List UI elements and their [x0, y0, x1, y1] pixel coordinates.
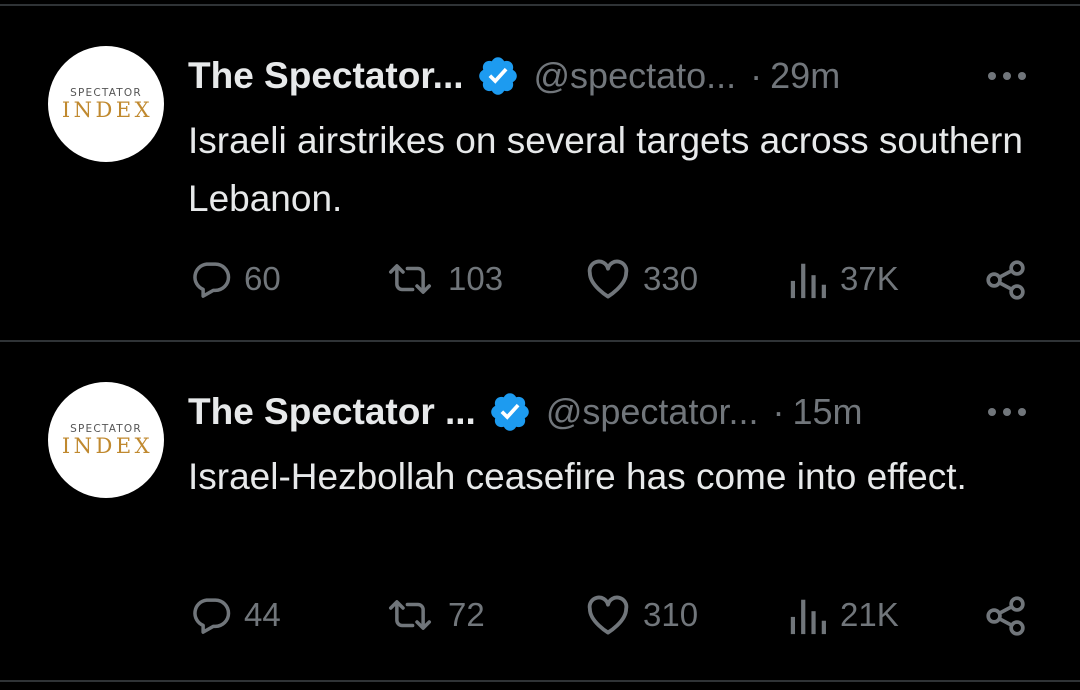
reply-count: 60 [244, 260, 281, 297]
tweet-text: Israel-Hezbollah ceasefire has come into… [188, 456, 967, 497]
reply-count: 44 [244, 596, 281, 633]
repost-button[interactable]: 103 [384, 257, 503, 301]
repost-arrows-icon [389, 264, 431, 294]
like-count: 310 [643, 596, 699, 633]
more-options-icon[interactable] [986, 66, 1028, 86]
tweet-text: Israeli airstrikes on several targets ac… [188, 120, 1023, 219]
separator-dot: · [750, 55, 763, 96]
reply-button[interactable]: 60 [190, 257, 281, 301]
timestamp[interactable]: 29m [770, 55, 840, 97]
tweet-header: The Spectator... @spectato... · 29m [188, 50, 1038, 102]
repost-button[interactable]: 72 [384, 593, 485, 637]
avatar[interactable]: SPECTATOR INDEX [48, 46, 164, 162]
repost-count: 103 [448, 260, 504, 297]
share-button[interactable] [984, 258, 1028, 302]
like-count: 330 [643, 260, 699, 297]
timestamp[interactable]: 15m [793, 391, 863, 433]
views-button[interactable]: 21K [788, 593, 899, 637]
tweet[interactable]: SPECTATOR INDEX The Spectator ... @spect… [0, 342, 1080, 676]
share-nodes-icon [986, 596, 1025, 636]
display-name[interactable]: The Spectator ... [188, 391, 476, 433]
view-count: 37K [840, 260, 899, 297]
bar-chart-icon [790, 599, 826, 635]
verified-badge-icon[interactable] [488, 390, 532, 434]
like-button[interactable]: 310 [585, 593, 698, 637]
repost-count: 72 [448, 596, 485, 633]
verified-badge-icon[interactable] [476, 54, 520, 98]
heart-icon [587, 595, 629, 635]
display-name[interactable]: The Spectator... [188, 55, 464, 97]
view-count: 21K [840, 596, 899, 633]
bar-chart-icon [790, 263, 826, 299]
like-button[interactable]: 330 [585, 257, 698, 301]
share-nodes-icon [986, 260, 1025, 300]
speech-bubble-icon [193, 262, 231, 298]
bottom-divider [0, 680, 1080, 682]
tweet[interactable]: SPECTATOR INDEX The Spectator... @specta… [0, 6, 1080, 340]
heart-icon [587, 259, 629, 299]
tweet-header: The Spectator ... @spectator... · 15m [188, 386, 1038, 438]
handle[interactable]: @spectator... [546, 391, 759, 433]
views-button[interactable]: 37K [788, 257, 899, 301]
speech-bubble-icon [193, 598, 231, 634]
handle[interactable]: @spectato... [534, 55, 737, 97]
more-options-icon[interactable] [986, 402, 1028, 422]
repost-arrows-icon [389, 600, 431, 630]
share-button[interactable] [984, 594, 1028, 638]
avatar[interactable]: SPECTATOR INDEX [48, 382, 164, 498]
separator-dot: · [772, 391, 785, 432]
avatar-logo-bottom: INDEX [61, 98, 154, 122]
reply-button[interactable]: 44 [190, 593, 281, 637]
avatar-logo-bottom: INDEX [61, 434, 154, 458]
